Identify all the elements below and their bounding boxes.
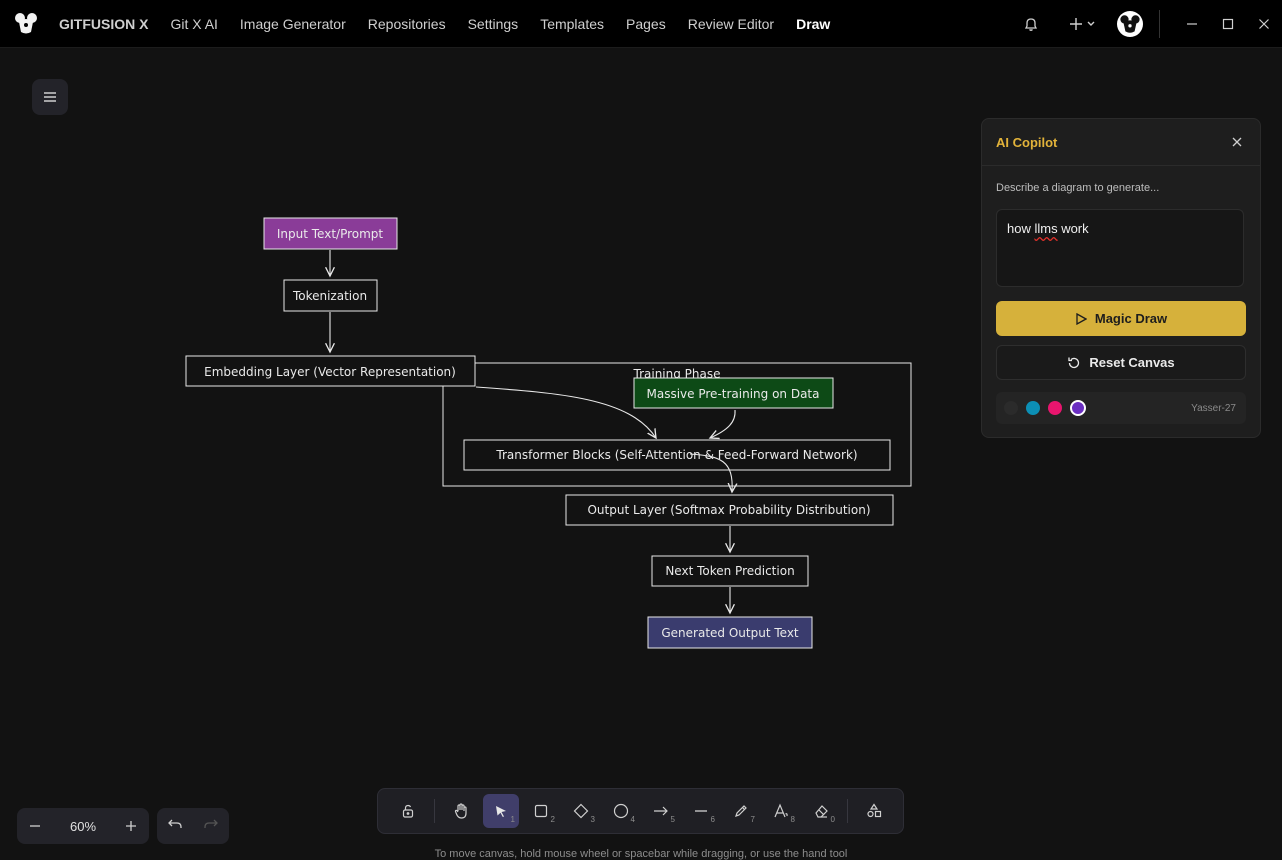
nav-git-x-ai[interactable]: Git X AI (159, 16, 228, 32)
maximize-icon[interactable] (1210, 0, 1246, 47)
copilot-title: AI Copilot (996, 134, 1058, 150)
color-swatch-purple[interactable] (1070, 400, 1086, 416)
nav-settings[interactable]: Settings (457, 16, 530, 32)
node-output-layer-label: Output Layer (Softmax Probability Distri… (587, 503, 870, 517)
nav-pages[interactable]: Pages (615, 16, 677, 32)
zoom-level[interactable]: 60% (70, 819, 96, 834)
close-icon[interactable] (1228, 133, 1246, 151)
select-tool-icon[interactable]: 1 (483, 794, 519, 828)
arrow-embedding-transformer[interactable] (475, 386, 656, 438)
diamond-tool-icon[interactable]: 3 (563, 794, 599, 828)
nav-repositories[interactable]: Repositories (357, 16, 457, 32)
redo-icon[interactable] (204, 817, 218, 835)
play-icon (1075, 312, 1087, 325)
toolbar-divider (434, 799, 435, 823)
reset-canvas-label: Reset Canvas (1089, 355, 1175, 370)
color-swatch-pink[interactable] (1048, 401, 1062, 415)
node-input-prompt-label: Input Text/Prompt (277, 227, 384, 241)
minimize-icon[interactable] (1174, 0, 1210, 47)
magic-draw-label: Magic Draw (1094, 311, 1168, 326)
node-next-token-label: Next Token Prediction (665, 564, 794, 578)
color-swatch-dark[interactable] (1004, 401, 1018, 415)
nav-templates[interactable]: Templates (529, 16, 615, 32)
node-pretraining-label: Massive Pre-training on Data (647, 387, 820, 401)
reset-canvas-button[interactable]: Reset Canvas (996, 345, 1246, 380)
drawing-toolbar: 1 2 3 4 5 6 7 8 0 (377, 788, 904, 834)
line-tool-icon[interactable]: 6 (683, 794, 719, 828)
nav-review-editor[interactable]: Review Editor (677, 16, 785, 32)
hand-tool-icon[interactable] (443, 794, 479, 828)
shapes-library-icon[interactable] (856, 794, 892, 828)
divider (1159, 9, 1160, 38)
tool-shortcut: 3 (590, 815, 595, 824)
nav-gitfusion-x[interactable]: GITFUSION X (48, 16, 159, 32)
prompt-misspelled-word: llms (1034, 221, 1058, 236)
title-bar: GITFUSION X Git X AI Image Generator Rep… (0, 0, 1282, 48)
undo-icon[interactable] (168, 817, 182, 835)
ellipse-tool-icon[interactable]: 4 (603, 794, 639, 828)
tool-shortcut: 2 (550, 815, 555, 824)
prompt-text: how llms work (1007, 221, 1089, 236)
zoom-out-button[interactable] (17, 808, 53, 844)
nav-image-generator[interactable]: Image Generator (229, 16, 357, 32)
tool-shortcut: 6 (710, 815, 715, 824)
bell-icon[interactable] (1019, 16, 1043, 32)
mouse-logo-icon[interactable] (14, 12, 38, 36)
username: Yasser-27 (1191, 402, 1236, 414)
arrow-tool-icon[interactable]: 5 (643, 794, 679, 828)
tool-shortcut: 7 (750, 815, 755, 824)
tool-shortcut: 5 (670, 815, 675, 824)
close-window-icon[interactable] (1246, 0, 1282, 47)
node-transformer-label: Transformer Blocks (Self-Attention & Fee… (495, 448, 857, 462)
window-controls (1019, 0, 1282, 47)
tool-shortcut: 8 (790, 815, 795, 824)
avatar[interactable] (1117, 10, 1143, 37)
ai-copilot-panel: AI Copilot Describe a diagram to generat… (981, 118, 1261, 438)
zoom-controls: 60% (17, 808, 149, 844)
tool-shortcut: 0 (830, 815, 835, 824)
tool-shortcut: 4 (630, 815, 635, 824)
toolbar-divider (847, 799, 848, 823)
node-generated-output-label: Generated Output Text (661, 626, 799, 640)
node-tokenization-label: Tokenization (292, 289, 367, 303)
copilot-header: AI Copilot (982, 119, 1260, 166)
magic-draw-button[interactable]: Magic Draw (996, 301, 1246, 336)
pencil-tool-icon[interactable]: 7 (723, 794, 759, 828)
main-nav: GITFUSION X Git X AI Image Generator Rep… (48, 16, 841, 32)
copilot-footer: Yasser-27 (996, 392, 1246, 424)
text-tool-icon[interactable]: 8 (763, 794, 799, 828)
node-embedding-label: Embedding Layer (Vector Representation) (204, 365, 456, 379)
reset-icon (1067, 356, 1081, 370)
tool-shortcut: 1 (510, 815, 515, 824)
canvas-hint: To move canvas, hold mouse wheel or spac… (434, 848, 848, 860)
zoom-in-button[interactable] (113, 808, 149, 844)
rectangle-tool-icon[interactable]: 2 (523, 794, 559, 828)
arrow-pretraining-transformer[interactable] (710, 409, 736, 438)
copilot-prompt-input[interactable]: how llms work (996, 209, 1244, 287)
nav-draw[interactable]: Draw (785, 16, 841, 32)
history-controls (157, 808, 229, 844)
new-menu-button[interactable] (1069, 16, 1099, 32)
lock-icon[interactable] (390, 794, 426, 828)
color-swatch-blue[interactable] (1026, 401, 1040, 415)
eraser-tool-icon[interactable]: 0 (803, 794, 839, 828)
copilot-prompt-label: Describe a diagram to generate... (996, 182, 1160, 194)
